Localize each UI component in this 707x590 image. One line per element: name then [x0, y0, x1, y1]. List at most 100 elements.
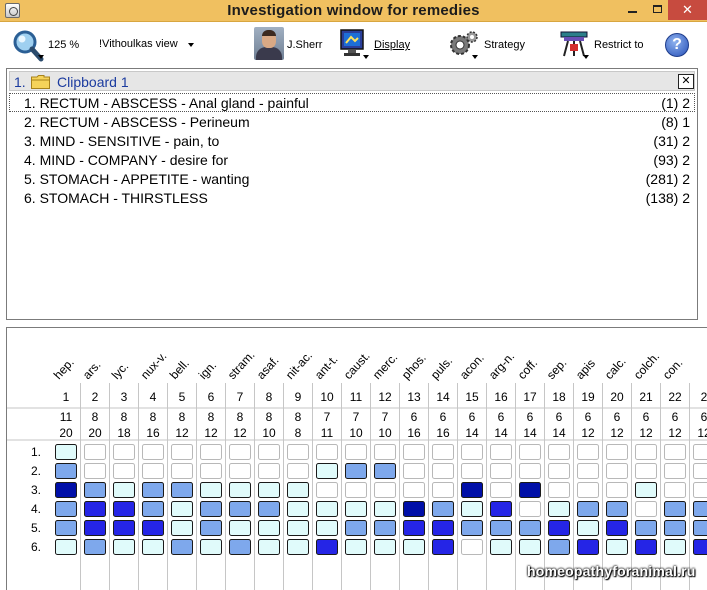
grade-cell-empty[interactable] [461, 539, 483, 555]
grade-cell[interactable] [171, 482, 193, 498]
grade-cell[interactable] [113, 539, 135, 555]
strategy-button[interactable]: Strategy [445, 22, 535, 66]
grade-cell-empty[interactable] [200, 444, 222, 460]
rubric-row[interactable]: 4. MIND - COMPANY - desire for (93) 2 [9, 150, 695, 169]
grade-cell-empty[interactable] [200, 463, 222, 479]
grade-cell-empty[interactable] [548, 482, 570, 498]
grade-cell-empty[interactable] [664, 444, 686, 460]
grade-cell-empty[interactable] [432, 463, 454, 479]
grade-cell[interactable] [229, 539, 251, 555]
grade-cell[interactable] [113, 482, 135, 498]
grade-cell-empty[interactable] [113, 463, 135, 479]
grade-cell-empty[interactable] [258, 463, 280, 479]
grade-cell[interactable] [577, 501, 599, 517]
grade-cell-empty[interactable] [258, 444, 280, 460]
grade-cell[interactable] [55, 463, 77, 479]
grade-cell-empty[interactable] [635, 501, 657, 517]
grade-cell[interactable] [316, 539, 338, 555]
author-button[interactable]: J.Sherr [250, 22, 330, 66]
grade-cell-empty[interactable] [403, 482, 425, 498]
grade-cell[interactable] [664, 539, 686, 555]
grade-cell[interactable] [84, 539, 106, 555]
grade-cell[interactable] [113, 501, 135, 517]
grade-cell-empty[interactable] [461, 463, 483, 479]
grade-cell-empty[interactable] [519, 501, 541, 517]
grade-cell[interactable] [635, 539, 657, 555]
grade-cell[interactable] [287, 501, 309, 517]
maximize-button[interactable] [643, 0, 671, 20]
grade-cell[interactable] [345, 501, 367, 517]
grade-cell[interactable] [171, 520, 193, 536]
grade-cell[interactable] [374, 501, 396, 517]
grade-cell[interactable] [606, 501, 628, 517]
grade-cell-empty[interactable] [490, 482, 512, 498]
grade-cell-empty[interactable] [403, 463, 425, 479]
grade-cell[interactable] [142, 520, 164, 536]
grade-cell-empty[interactable] [432, 482, 454, 498]
grade-cell-empty[interactable] [84, 444, 106, 460]
clipboard-header[interactable]: 1. Clipboard 1 ✕ [9, 71, 695, 91]
grade-cell[interactable] [490, 501, 512, 517]
grade-cell[interactable] [55, 444, 77, 460]
zoom-button[interactable]: 125 % [0, 22, 90, 66]
grade-cell-empty[interactable] [577, 482, 599, 498]
grade-cell[interactable] [55, 482, 77, 498]
grade-cell-empty[interactable] [664, 463, 686, 479]
grade-cell[interactable] [519, 539, 541, 555]
grade-cell[interactable] [55, 501, 77, 517]
grade-cell[interactable] [345, 520, 367, 536]
grade-cell[interactable] [258, 501, 280, 517]
grade-cell[interactable] [345, 539, 367, 555]
rubric-row[interactable]: 3. MIND - SENSITIVE - pain, to (31) 2 [9, 131, 695, 150]
grade-cell-empty[interactable] [171, 444, 193, 460]
grade-cell[interactable] [664, 520, 686, 536]
grade-cell[interactable] [142, 501, 164, 517]
grade-cell-empty[interactable] [693, 463, 707, 479]
grade-cell-empty[interactable] [548, 463, 570, 479]
grade-cell[interactable] [142, 482, 164, 498]
grade-cell[interactable] [113, 520, 135, 536]
rubric-row[interactable]: 1. RECTUM - ABSCESS - Anal gland - painf… [9, 93, 695, 112]
grade-cell-empty[interactable] [461, 444, 483, 460]
grade-cell[interactable] [258, 520, 280, 536]
grade-cell[interactable] [548, 520, 570, 536]
grade-cell[interactable] [519, 482, 541, 498]
grade-cell[interactable] [664, 501, 686, 517]
grade-cell[interactable] [316, 463, 338, 479]
grade-cell-empty[interactable] [606, 444, 628, 460]
grade-cell-empty[interactable] [345, 444, 367, 460]
grade-cell[interactable] [345, 463, 367, 479]
grade-cell-empty[interactable] [519, 444, 541, 460]
rubric-row[interactable]: 2. RECTUM - ABSCESS - Perineum (8) 1 [9, 112, 695, 131]
view-select[interactable]: !Vithoulkas view [95, 34, 221, 54]
grade-cell[interactable] [403, 501, 425, 517]
grade-cell-empty[interactable] [316, 444, 338, 460]
grade-cell-empty[interactable] [577, 444, 599, 460]
grade-cell[interactable] [577, 539, 599, 555]
rubric-row[interactable]: 5. STOMACH - APPETITE - wanting (281) 2 [9, 169, 695, 188]
restrict-to-button[interactable]: Restrict to [556, 22, 656, 66]
grade-cell[interactable] [287, 539, 309, 555]
grade-cell-empty[interactable] [113, 444, 135, 460]
grade-cell-empty[interactable] [142, 463, 164, 479]
grade-cell-empty[interactable] [171, 463, 193, 479]
grade-cell[interactable] [374, 539, 396, 555]
clipboard-close-button[interactable]: ✕ [678, 74, 694, 89]
grade-cell[interactable] [316, 520, 338, 536]
grade-cell-empty[interactable] [316, 482, 338, 498]
grade-cell[interactable] [693, 539, 707, 555]
grade-cell[interactable] [258, 539, 280, 555]
grade-cell[interactable] [171, 501, 193, 517]
grade-cell[interactable] [432, 501, 454, 517]
help-icon[interactable]: ? [665, 33, 689, 57]
grade-cell[interactable] [577, 520, 599, 536]
grade-cell-empty[interactable] [693, 444, 707, 460]
grade-cell[interactable] [200, 539, 222, 555]
grade-cell-empty[interactable] [635, 463, 657, 479]
grade-cell-empty[interactable] [693, 482, 707, 498]
grade-cell[interactable] [229, 482, 251, 498]
grade-cell[interactable] [403, 539, 425, 555]
grade-cell-empty[interactable] [606, 482, 628, 498]
grade-cell[interactable] [635, 482, 657, 498]
grade-cell-empty[interactable] [345, 482, 367, 498]
